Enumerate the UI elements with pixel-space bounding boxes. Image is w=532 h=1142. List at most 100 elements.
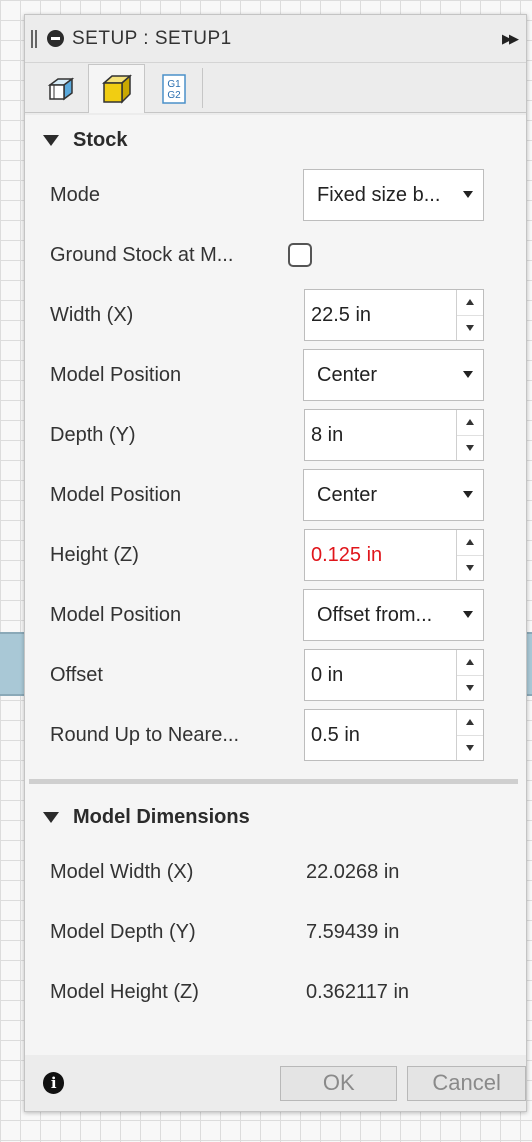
up-arrow-icon <box>466 659 474 666</box>
model-depth-row: Model Depth (Y) 7.59439 in <box>25 902 526 962</box>
tab-setup[interactable] <box>31 64 88 112</box>
g2-text: G2 <box>167 90 181 101</box>
g1-text: G1 <box>167 79 181 90</box>
triangle-down-icon <box>43 134 59 146</box>
depth-position-row: Model Position Center <box>25 465 526 525</box>
dialog-title: SETUP : SETUP1 <box>72 27 232 49</box>
tab-stock[interactable] <box>88 64 145 113</box>
dropdown-arrow-icon <box>463 191 473 198</box>
width-spinner[interactable]: 22.5 in <box>304 289 484 341</box>
increment-button[interactable] <box>457 290 483 315</box>
up-arrow-icon <box>466 299 474 306</box>
decrement-button[interactable] <box>457 734 483 761</box>
up-arrow-icon <box>466 539 474 546</box>
offset-stepper <box>456 650 483 700</box>
depth-position-value: Center <box>317 483 378 506</box>
dropdown-arrow-icon <box>463 611 473 618</box>
decrement-button[interactable] <box>457 314 483 341</box>
depth-value[interactable]: 8 in <box>305 410 456 460</box>
round-up-stepper <box>456 710 483 760</box>
height-stepper <box>456 530 483 580</box>
model-depth-value: 7.59439 in <box>306 920 400 943</box>
round-up-spinner[interactable]: 0.5 in <box>304 709 484 761</box>
round-up-label: Round Up to Neare... <box>50 723 239 746</box>
dropdown-arrow-icon <box>463 491 473 498</box>
stock-heading: Stock <box>73 128 128 151</box>
ground-stock-row: Ground Stock at M... <box>25 225 526 285</box>
model-dimensions-heading: Model Dimensions <box>73 805 250 828</box>
down-arrow-icon <box>466 744 474 751</box>
ok-button[interactable]: OK <box>280 1065 398 1101</box>
offset-spinner[interactable]: 0 in <box>304 649 484 701</box>
depth-row: Depth (Y) 8 in <box>25 405 526 465</box>
up-arrow-icon <box>466 419 474 426</box>
mode-value: Fixed size b... <box>317 183 441 206</box>
width-stepper <box>456 290 483 340</box>
offset-value[interactable]: 0 in <box>305 650 456 700</box>
cancel-button[interactable]: Cancel <box>407 1065 526 1101</box>
width-position-row: Model Position Center <box>25 345 526 405</box>
offset-row: Offset 0 in <box>25 645 526 705</box>
height-value[interactable]: 0.125 in <box>305 530 456 580</box>
triangle-down-icon <box>43 811 59 823</box>
depth-position-dropdown[interactable]: Center <box>303 469 484 521</box>
model-height-value: 0.362117 in <box>306 980 410 1003</box>
height-row: Height (Z) 0.125 in <box>25 525 526 585</box>
width-position-dropdown[interactable]: Center <box>303 349 484 401</box>
height-position-dropdown[interactable]: Offset from... <box>303 589 484 641</box>
decrement-button[interactable] <box>457 674 483 701</box>
stock-section-header[interactable]: Stock <box>25 115 526 165</box>
mode-dropdown[interactable]: Fixed size b... <box>303 169 484 221</box>
dropdown-arrow-icon <box>463 371 473 378</box>
stock-panel: Stock Mode Fixed size b... Ground Stock … <box>25 115 526 1055</box>
dialog-footer: i OK Cancel <box>25 1055 526 1111</box>
ground-stock-label: Ground Stock at M... <box>50 243 234 266</box>
g1-g2-icon: G1 G2 <box>161 73 186 104</box>
height-position-value: Offset from... <box>317 603 433 626</box>
down-arrow-icon <box>466 684 474 691</box>
model-height-label: Model Height (Z) <box>50 980 199 1003</box>
increment-button[interactable] <box>457 530 483 555</box>
mode-row: Mode Fixed size b... <box>25 165 526 225</box>
drag-handle-icon[interactable] <box>31 29 37 48</box>
collapse-icon[interactable] <box>47 30 64 47</box>
width-position-value: Center <box>317 363 378 386</box>
box-outline-icon <box>47 77 74 100</box>
section-divider[interactable] <box>29 779 518 784</box>
width-position-label: Model Position <box>50 363 182 386</box>
tab-post-process[interactable]: G1 G2 <box>145 64 202 112</box>
width-label: Width (X) <box>50 303 134 326</box>
model-height-row: Model Height (Z) 0.362117 in <box>25 962 526 1022</box>
setup-dialog: SETUP : SETUP1 ▶▶ G1 G2 Stock Mode Fixed… <box>24 14 527 1112</box>
width-value[interactable]: 22.5 in <box>305 290 456 340</box>
round-up-value[interactable]: 0.5 in <box>305 710 456 760</box>
increment-button[interactable] <box>457 710 483 735</box>
down-arrow-icon <box>466 564 474 571</box>
down-arrow-icon <box>466 324 474 331</box>
tab-bar: G1 G2 <box>25 63 526 113</box>
width-row: Width (X) 22.5 in <box>25 285 526 345</box>
info-icon[interactable]: i <box>43 1072 65 1094</box>
model-dimensions-section-header[interactable]: Model Dimensions <box>25 792 526 842</box>
round-up-row: Round Up to Neare... 0.5 in <box>25 705 526 765</box>
depth-position-label: Model Position <box>50 483 182 506</box>
ground-stock-checkbox[interactable] <box>288 243 312 267</box>
dialog-titlebar[interactable]: SETUP : SETUP1 ▶▶ <box>25 15 526 63</box>
model-width-label: Model Width (X) <box>50 860 194 883</box>
decrement-button[interactable] <box>457 434 483 461</box>
fast-forward-icon[interactable]: ▶▶ <box>502 31 519 47</box>
down-arrow-icon <box>466 444 474 451</box>
depth-spinner[interactable]: 8 in <box>304 409 484 461</box>
height-label: Height (Z) <box>50 543 139 566</box>
decrement-button[interactable] <box>457 554 483 581</box>
height-spinner[interactable]: 0.125 in <box>304 529 484 581</box>
depth-stepper <box>456 410 483 460</box>
increment-button[interactable] <box>457 410 483 435</box>
mode-label: Mode <box>50 183 101 206</box>
depth-label: Depth (Y) <box>50 423 136 446</box>
model-depth-label: Model Depth (Y) <box>50 920 196 943</box>
tab-separator <box>202 68 203 108</box>
increment-button[interactable] <box>457 650 483 675</box>
model-width-value: 22.0268 in <box>306 860 400 883</box>
height-position-label: Model Position <box>50 603 182 626</box>
